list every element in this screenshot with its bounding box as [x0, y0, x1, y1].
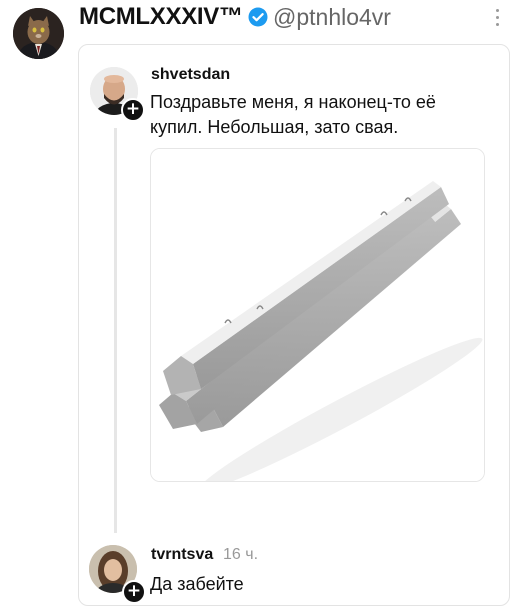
- reply-text: Да забейте: [150, 574, 244, 594]
- author-name[interactable]: MCMLXXXIV™: [79, 3, 243, 31]
- post-text: Поздравьте меня, я наконец-то её купил. …: [150, 92, 436, 137]
- cat-in-suit-avatar-image: [13, 8, 64, 59]
- post-username[interactable]: shvetsdan: [151, 66, 230, 84]
- verified-badge-icon: [248, 7, 268, 27]
- more-vertical-icon[interactable]: [494, 9, 500, 31]
- author-handle[interactable]: @ptnhlo4vr: [273, 4, 391, 31]
- reply-timestamp: 16 ч.: [223, 546, 259, 563]
- reply-username[interactable]: tvrntsva: [151, 546, 213, 564]
- follow-plus-icon[interactable]: +: [121, 98, 145, 122]
- concrete-piles-photo: [151, 149, 484, 481]
- follow-plus-icon[interactable]: +: [122, 580, 146, 604]
- post-image[interactable]: [150, 148, 485, 482]
- thread-connector-line: [114, 128, 117, 533]
- author-avatar[interactable]: [13, 8, 64, 59]
